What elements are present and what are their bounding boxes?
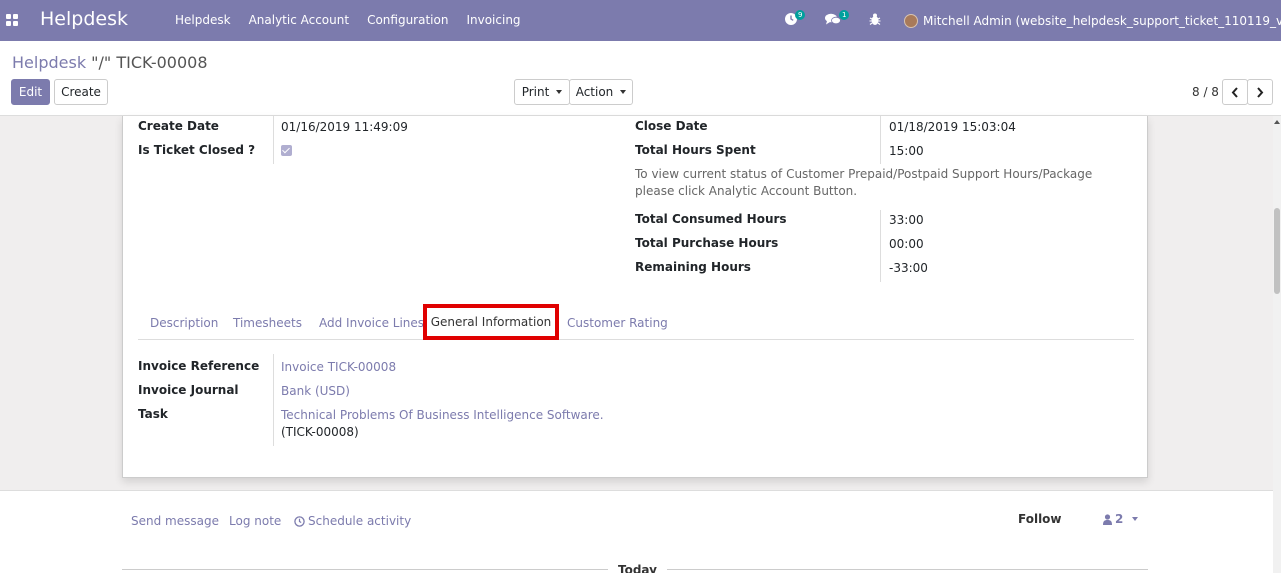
pager-next-button[interactable] — [1247, 79, 1273, 105]
analytic-help-text: To view current status of Customer Prepa… — [635, 167, 1093, 198]
schedule-activity-button[interactable]: Schedule activity — [294, 514, 411, 528]
activity-menu[interactable]: 9 — [784, 10, 806, 29]
menu-item-analytic-account[interactable]: Analytic Account — [240, 0, 359, 41]
field-separator — [880, 116, 881, 164]
tab-customer-rating[interactable]: Customer Rating — [567, 316, 668, 330]
today-label: Today — [608, 563, 667, 573]
invoice-reference-label: Invoice Reference — [138, 359, 260, 373]
form-sheet: Create Date 01/16/2019 11:49:09 Is Ticke… — [122, 116, 1148, 478]
create-button[interactable]: Create — [54, 79, 108, 105]
task-label: Task — [138, 407, 168, 421]
edit-button[interactable]: Edit — [11, 79, 50, 105]
follow-button[interactable]: Follow — [1018, 512, 1062, 526]
print-label: Print — [521, 85, 550, 99]
control-panel: Helpdesk "/" TICK-00008 Edit Create Prin… — [0, 41, 1281, 116]
apps-menu-icon[interactable] — [6, 14, 18, 26]
followers-count: 2 — [1115, 512, 1124, 526]
followers-button[interactable]: 2 — [1103, 512, 1139, 526]
menu-item-invoicing[interactable]: Invoicing — [457, 0, 529, 41]
tab-general-information[interactable]: General Information — [423, 304, 559, 340]
scrollbar-thumb[interactable] — [1274, 208, 1280, 294]
ticket-closed-label: Is Ticket Closed ? — [138, 143, 256, 157]
task-link[interactable]: Technical Problems Of Business Intellige… — [281, 408, 604, 422]
main-menu: Helpdesk Analytic Account Configuration … — [166, 0, 530, 41]
ticket-closed-checkbox[interactable] — [281, 145, 292, 156]
app-brand: Helpdesk — [40, 8, 128, 30]
total-consumed-hours-label: Total Consumed Hours — [635, 212, 787, 226]
total-hours-spent-value: 15:00 — [889, 144, 924, 158]
remaining-hours-label: Remaining Hours — [635, 260, 751, 274]
close-date-label: Close Date — [635, 119, 708, 133]
page-scrollbar[interactable] — [1273, 116, 1281, 573]
print-dropdown-button[interactable]: Print — [514, 79, 570, 105]
top-navbar: Helpdesk Helpdesk Analytic Account Confi… — [0, 0, 1281, 41]
user-avatar — [904, 13, 918, 28]
pager-previous-button[interactable] — [1222, 79, 1248, 105]
caret-down-icon — [556, 90, 563, 94]
messages-count-badge: 1 — [839, 10, 850, 20]
bug-icon — [869, 13, 881, 25]
breadcrumb-parent-link[interactable]: Helpdesk — [12, 53, 86, 72]
total-purchase-hours-value: 00:00 — [889, 237, 924, 251]
tab-add-invoice-lines[interactable]: Add Invoice Lines — [319, 316, 424, 330]
user-menu[interactable]: Mitchell Admin (website_helpdesk_support… — [904, 0, 1281, 41]
user-icon — [1103, 513, 1112, 525]
caret-down-icon — [620, 90, 627, 94]
total-purchase-hours-label: Total Purchase Hours — [635, 236, 779, 250]
menu-item-helpdesk[interactable]: Helpdesk — [166, 0, 240, 41]
close-date-value: 01/18/2019 15:03:04 — [889, 120, 1016, 134]
send-message-button[interactable]: Send message — [131, 514, 219, 528]
breadcrumb-current: TICK-00008 — [116, 53, 208, 72]
field-separator — [273, 354, 274, 446]
menu-item-configuration[interactable]: Configuration — [358, 0, 457, 41]
invoice-journal-link[interactable]: Bank (USD) — [281, 384, 350, 398]
chevron-left-icon — [1231, 86, 1238, 98]
breadcrumb: Helpdesk "/" TICK-00008 — [12, 53, 208, 72]
chevron-right-icon — [1257, 86, 1264, 98]
field-separator — [880, 210, 881, 282]
pager-value[interactable]: 8 / 8 — [1192, 85, 1219, 99]
field-separator — [273, 116, 274, 164]
activity-count-badge: 9 — [795, 10, 806, 20]
scroll-up-arrow-icon[interactable] — [1274, 120, 1280, 124]
messages-menu[interactable]: 1 — [825, 10, 850, 29]
create-date-label: Create Date — [138, 119, 219, 133]
notebook-tabs: Description Timesheets Add Invoice Lines… — [138, 304, 1134, 340]
total-consumed-hours-value: 33:00 — [889, 213, 924, 227]
chatter: Send message Log note Schedule activity … — [0, 490, 1281, 573]
clock-icon — [294, 515, 305, 527]
user-name: Mitchell Admin (website_helpdesk_support… — [923, 13, 1281, 28]
invoice-reference-link[interactable]: Invoice TICK-00008 — [281, 360, 396, 374]
tab-description[interactable]: Description — [150, 316, 218, 330]
tab-timesheets[interactable]: Timesheets — [233, 316, 302, 330]
total-hours-spent-label: Total Hours Spent — [635, 143, 756, 157]
debug-menu[interactable] — [869, 13, 881, 29]
remaining-hours-value: -33:00 — [889, 261, 928, 275]
task-code: (TICK-00008) — [281, 425, 359, 439]
schedule-activity-label: Schedule activity — [308, 514, 412, 528]
create-date-value: 01/16/2019 11:49:09 — [281, 120, 408, 134]
breadcrumb-separator: "/" — [86, 53, 117, 72]
invoice-journal-label: Invoice Journal — [138, 383, 239, 397]
caret-down-icon — [1132, 517, 1139, 521]
action-dropdown-button[interactable]: Action — [569, 79, 633, 105]
action-label: Action — [575, 85, 614, 99]
log-note-button[interactable]: Log note — [229, 514, 281, 528]
